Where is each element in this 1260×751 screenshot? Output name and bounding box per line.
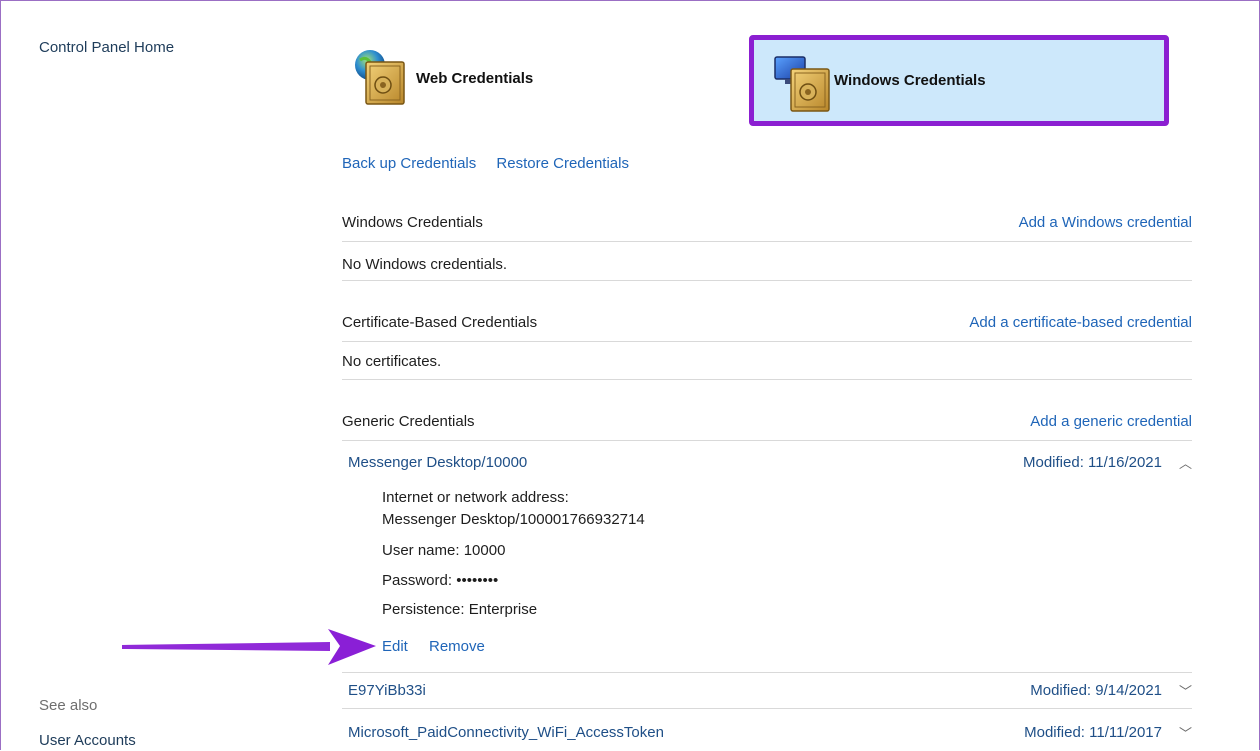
credential-modified-date: Modified: 11/16/2021 — [1023, 453, 1162, 471]
chevron-down-icon[interactable]: ﹀ — [1162, 681, 1192, 700]
divider — [342, 379, 1192, 380]
chevron-down-icon[interactable]: ﹀ — [1162, 723, 1192, 742]
credential-modified-date: Modified: 9/14/2021 — [1030, 681, 1162, 699]
credential-password: Password: •••••••• — [382, 572, 499, 589]
windows-credentials-label: Windows Credentials — [834, 72, 986, 89]
section-title: Windows Credentials — [342, 214, 483, 231]
web-credentials-tile[interactable]: Web Credentials — [350, 48, 650, 108]
divider — [342, 672, 1192, 673]
certificate-credentials-section-header: Certificate-Based Credentials Add a cert… — [342, 314, 1192, 331]
web-vault-icon — [355, 50, 405, 105]
credential-address-value: Messenger Desktop/100001766932714 — [382, 511, 645, 528]
add-certificate-credential-link[interactable]: Add a certificate-based credential — [969, 314, 1192, 331]
credential-row-messenger-desktop[interactable]: Messenger Desktop/10000 Modified: 11/16/… — [342, 450, 1192, 474]
user-accounts-link[interactable]: User Accounts — [39, 732, 136, 749]
divider — [342, 341, 1192, 342]
windows-vault-icon — [774, 56, 830, 112]
see-also-label: See also — [39, 697, 98, 714]
section-title: Certificate-Based Credentials — [342, 314, 538, 331]
back-up-credentials-link[interactable]: Back up Credentials — [342, 155, 476, 172]
credential-username: User name: 10000 — [382, 542, 506, 559]
divider — [342, 440, 1192, 441]
divider — [342, 280, 1192, 281]
windows-credentials-section-header: Windows Credentials Add a Windows creden… — [342, 214, 1192, 231]
credential-row-microsoft-paidconnectivity[interactable]: Microsoft_PaidConnectivity_WiFi_AccessTo… — [342, 720, 1192, 744]
restore-credentials-link[interactable]: Restore Credentials — [496, 155, 629, 172]
credential-modified-date: Modified: 11/11/2017 — [1024, 723, 1162, 741]
web-credentials-label: Web Credentials — [416, 69, 534, 87]
control-panel-home-link[interactable]: Control Panel Home — [39, 39, 174, 56]
chevron-up-icon[interactable]: ︿ — [1162, 453, 1192, 472]
credential-persistence: Persistence: Enterprise — [382, 601, 538, 618]
generic-credentials-section-header: Generic Credentials Add a generic creden… — [342, 413, 1192, 430]
credential-name: Messenger Desktop/10000 — [348, 453, 528, 471]
divider — [342, 708, 1192, 709]
divider — [342, 241, 1192, 242]
certificate-credentials-empty-text: No certificates. — [342, 353, 442, 370]
windows-credentials-empty-text: No Windows credentials. — [342, 256, 508, 273]
credential-row-e97yibb33i[interactable]: E97YiBb33i Modified: 9/14/2021 ﹀ — [342, 678, 1192, 702]
add-generic-credential-link[interactable]: Add a generic credential — [1030, 413, 1192, 430]
annotation-arrow-icon — [122, 629, 376, 665]
credential-name: Microsoft_PaidConnectivity_WiFi_AccessTo… — [348, 723, 664, 741]
remove-credential-link[interactable]: Remove — [429, 638, 485, 655]
edit-credential-link[interactable]: Edit — [382, 638, 408, 655]
credential-address-label: Internet or network address: — [382, 489, 569, 506]
windows-credentials-tile[interactable]: Windows Credentials — [749, 35, 1169, 126]
credential-name: E97YiBb33i — [348, 681, 426, 699]
add-windows-credential-link[interactable]: Add a Windows credential — [1019, 214, 1192, 231]
section-title: Generic Credentials — [342, 413, 475, 430]
credential-actions: Back up Credentials Restore Credentials — [342, 155, 645, 172]
